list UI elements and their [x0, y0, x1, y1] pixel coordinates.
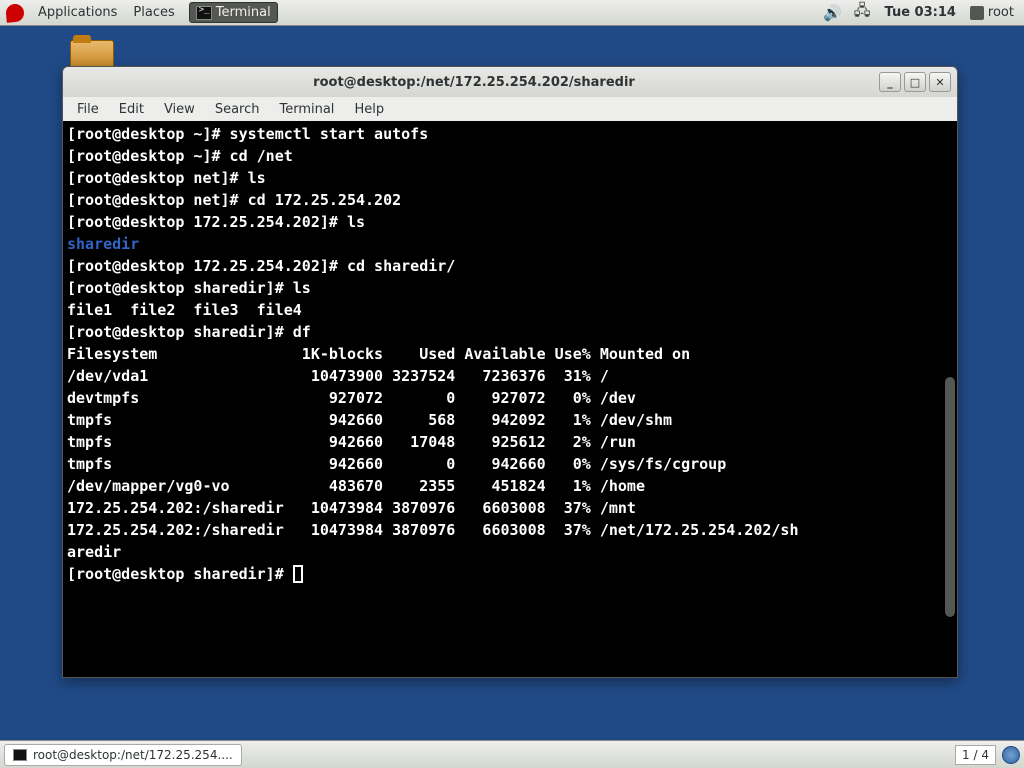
taskbar-window-label: root@desktop:/net/172.25.254....: [33, 748, 233, 762]
terminal-line: file1 file2 file3 file4: [67, 299, 953, 321]
terminal-line: tmpfs 942660 0 942660 0% /sys/fs/cgroup: [67, 453, 953, 475]
terminal-line: [root@desktop 172.25.254.202]# cd shared…: [67, 255, 953, 277]
terminal-line: aredir: [67, 541, 953, 563]
taskbar-terminal-label: Terminal: [216, 5, 271, 20]
terminal-line: devtmpfs 927072 0 927072 0% /dev: [67, 387, 953, 409]
scrollbar-thumb[interactable]: [945, 377, 955, 617]
terminal-line: 172.25.254.202:/sharedir 10473984 387097…: [67, 519, 953, 541]
menu-search[interactable]: Search: [207, 100, 268, 119]
titlebar[interactable]: root@desktop:/net/172.25.254.202/sharedi…: [63, 67, 957, 97]
minimize-button[interactable]: _: [879, 72, 901, 92]
terminal-line: Filesystem 1K-blocks Used Available Use%…: [67, 343, 953, 365]
applications-menu[interactable]: Applications: [30, 1, 125, 24]
terminal-line: sharedir: [67, 233, 953, 255]
workspace-switcher[interactable]: 1 / 4: [955, 745, 996, 765]
terminal-prompt: [root@desktop sharedir]#: [67, 565, 293, 583]
terminal-line: 172.25.254.202:/sharedir 10473984 387097…: [67, 497, 953, 519]
terminal-line: [root@desktop net]# cd 172.25.254.202: [67, 189, 953, 211]
terminal-body[interactable]: [root@desktop ~]# systemctl start autofs…: [63, 121, 957, 677]
user-icon: [970, 6, 984, 20]
menu-view[interactable]: View: [156, 100, 203, 119]
bottom-panel: root@desktop:/net/172.25.254.... 1 / 4: [0, 740, 1024, 768]
terminal-line: [root@desktop sharedir]# ls: [67, 277, 953, 299]
clock[interactable]: Tue 03:14: [877, 5, 964, 20]
terminal-line: tmpfs 942660 568 942092 1% /dev/shm: [67, 409, 953, 431]
menu-edit[interactable]: Edit: [111, 100, 152, 119]
terminal-line: /dev/mapper/vg0-vo 483670 2355 451824 1%…: [67, 475, 953, 497]
terminal-line: [root@desktop sharedir]# df: [67, 321, 953, 343]
taskbar-window-button[interactable]: root@desktop:/net/172.25.254....: [4, 744, 242, 766]
distro-icon: [5, 3, 25, 23]
terminal-line: /dev/vda1 10473900 3237524 7236376 31% /: [67, 365, 953, 387]
terminal-line: [root@desktop 172.25.254.202]# ls: [67, 211, 953, 233]
terminal-line: tmpfs 942660 17048 925612 2% /run: [67, 431, 953, 453]
taskbar-terminal-button[interactable]: Terminal: [189, 2, 278, 23]
terminal-line: [root@desktop ~]# systemctl start autofs: [67, 123, 953, 145]
user-label: root: [988, 5, 1014, 20]
terminal-icon: [13, 749, 27, 761]
top-panel: Applications Places Terminal 🔊 🖧 Tue 03:…: [0, 0, 1024, 26]
places-menu[interactable]: Places: [125, 1, 182, 24]
maximize-button[interactable]: □: [904, 72, 926, 92]
user-menu[interactable]: root: [964, 5, 1024, 20]
terminal-icon: [196, 6, 212, 20]
menubar: File Edit View Search Terminal Help: [63, 97, 957, 121]
terminal-line: [root@desktop ~]# cd /net: [67, 145, 953, 167]
menu-file[interactable]: File: [69, 100, 107, 119]
close-button[interactable]: ✕: [929, 72, 951, 92]
notification-icon[interactable]: [1002, 746, 1020, 764]
terminal-line: [root@desktop net]# ls: [67, 167, 953, 189]
window-title: root@desktop:/net/172.25.254.202/sharedi…: [69, 75, 879, 90]
network-icon[interactable]: 🖧: [848, 0, 877, 25]
terminal-window: root@desktop:/net/172.25.254.202/sharedi…: [62, 66, 958, 678]
menu-help[interactable]: Help: [346, 100, 392, 119]
volume-icon[interactable]: 🔊: [817, 4, 848, 22]
window-buttons: _ □ ✕: [879, 72, 951, 92]
cursor: [293, 565, 303, 583]
menu-terminal[interactable]: Terminal: [271, 100, 342, 119]
